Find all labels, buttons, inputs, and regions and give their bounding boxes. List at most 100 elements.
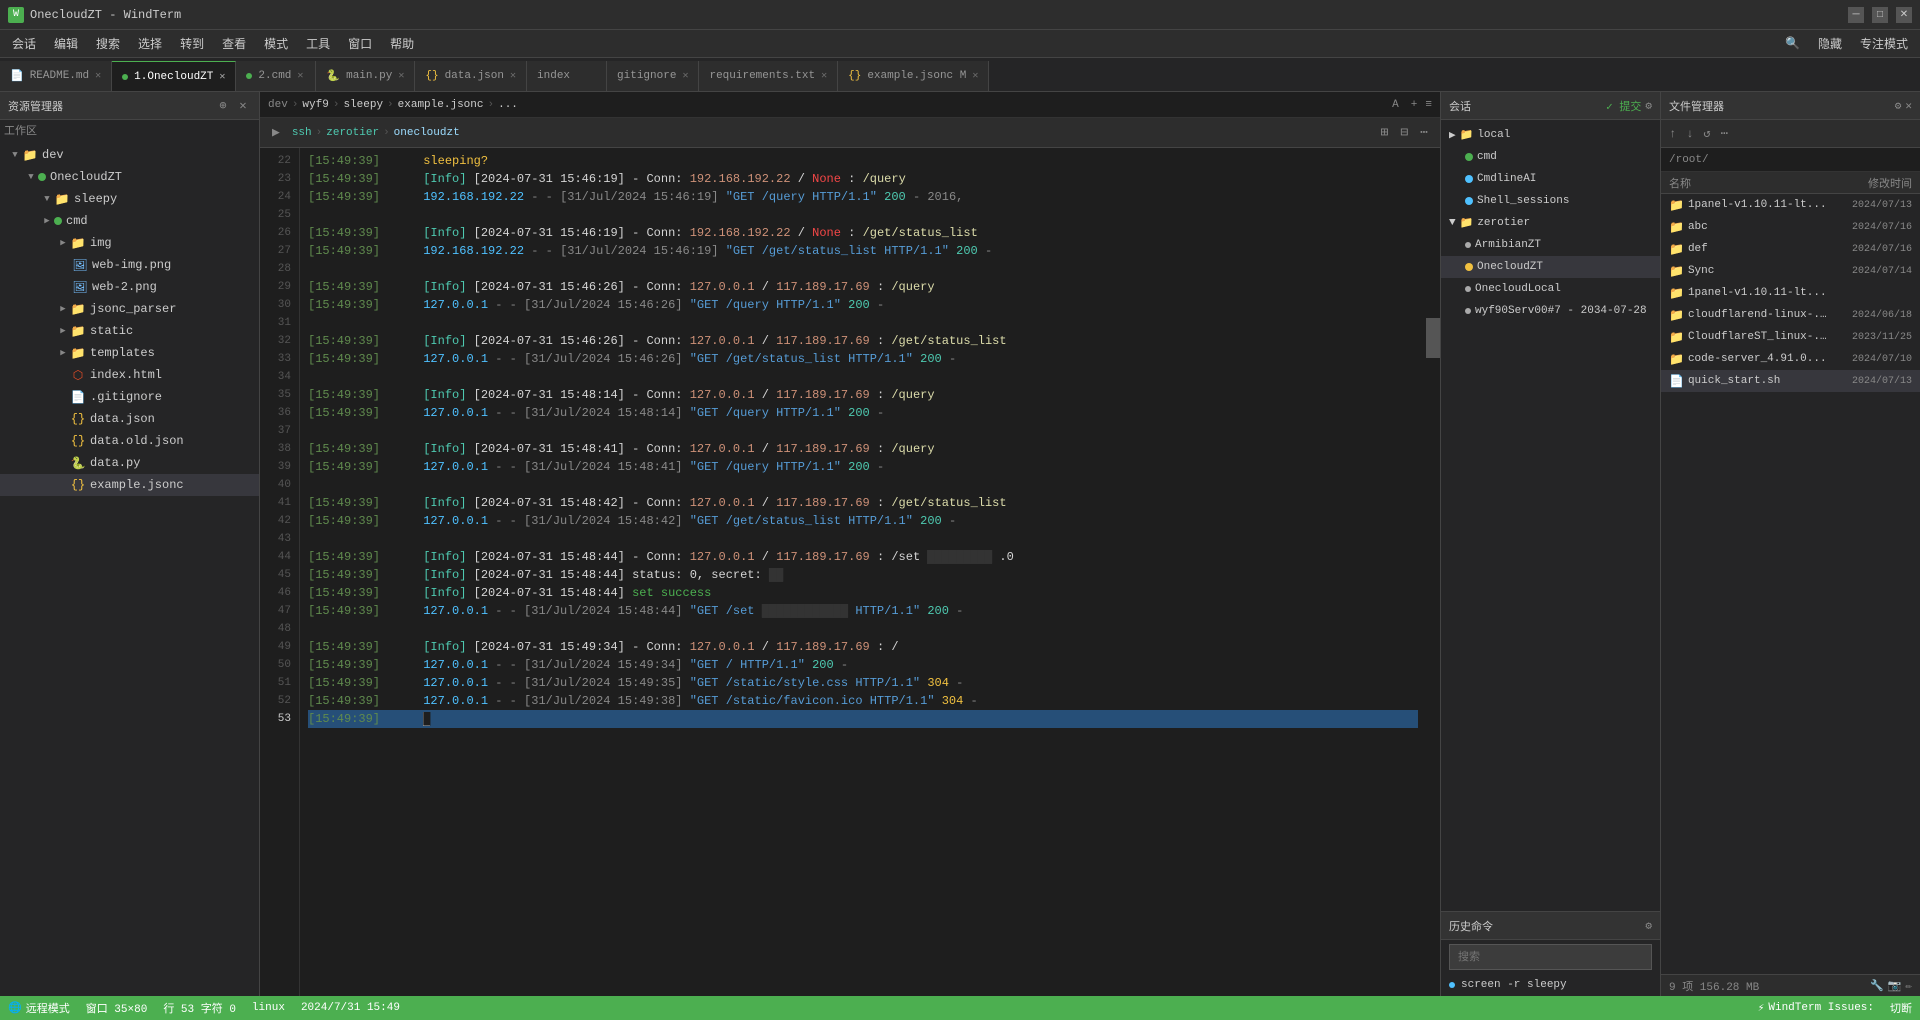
fm-item-def[interactable]: 📁 def 2024/07/16: [1661, 238, 1920, 260]
scrollbar-thumb[interactable]: [1426, 318, 1440, 358]
tree-datajson[interactable]: ▶ {} data.json: [0, 408, 259, 430]
menu-sessions[interactable]: 会话: [4, 33, 44, 54]
explorer-icon-2[interactable]: ✕: [235, 98, 251, 114]
status-disconnect[interactable]: 切断: [1890, 1000, 1912, 1016]
session-item-cmdlineai[interactable]: CmdlineAI: [1441, 168, 1660, 190]
session-item-cmd[interactable]: cmd: [1441, 146, 1660, 168]
tree-sleepy[interactable]: ▼ 📁 sleepy: [0, 188, 259, 210]
menu-goto[interactable]: 转到: [172, 33, 212, 54]
menu-help[interactable]: 帮助: [382, 33, 422, 54]
toolbar-expand-btn[interactable]: ⊞: [1377, 123, 1393, 142]
menu-search[interactable]: 搜索: [88, 33, 128, 54]
section-local[interactable]: ▶ 📁 local: [1441, 124, 1660, 146]
menu-edit[interactable]: 编辑: [46, 33, 86, 54]
menu-tools[interactable]: 工具: [298, 33, 338, 54]
breadcrumb-more-btn[interactable]: ≡: [1425, 99, 1432, 111]
menu-view[interactable]: 查看: [214, 33, 254, 54]
breadcrumb-sleepy[interactable]: sleepy: [343, 99, 383, 111]
breadcrumb-wyf9[interactable]: wyf9: [302, 99, 328, 111]
tree-datapy[interactable]: ▶ 🐍 data.py: [0, 452, 259, 474]
maximize-button[interactable]: □: [1872, 7, 1888, 23]
tab-onecloudzt[interactable]: 1.OnecloudZT ✕: [112, 61, 236, 91]
history-settings-icon[interactable]: ⚙: [1645, 919, 1652, 933]
tab-readme-close[interactable]: ✕: [95, 70, 101, 82]
tab-requirements[interactable]: requirements.txt ✕: [699, 61, 838, 91]
breadcrumb-search-btn[interactable]: A: [1392, 99, 1399, 111]
tab-cmd[interactable]: 2.cmd ✕: [236, 61, 316, 91]
fm-item-cloudflare[interactable]: 📁 cloudflarend-linux-... 2024/06/18: [1661, 304, 1920, 326]
toolbar-more-btn[interactable]: ⋯: [1416, 123, 1432, 142]
tree-templates[interactable]: ▶ 📁 templates: [0, 342, 259, 364]
tab-mainpy-close[interactable]: ✕: [398, 70, 404, 82]
section-zerotier[interactable]: ▼ 📁 zerotier: [1441, 212, 1660, 234]
linenum-25: 25: [260, 206, 299, 224]
tree-onecloudzt[interactable]: ▼ OnecloudZT: [0, 166, 259, 188]
session-item-wyf9serv[interactable]: wyf90Serv00#7 - 2034-07-28: [1441, 300, 1660, 322]
breadcrumb-dots[interactable]: ...: [498, 99, 518, 111]
tree-dev[interactable]: ▼ 📁 dev: [0, 144, 259, 166]
close-button[interactable]: ✕: [1896, 7, 1912, 23]
fm-refresh-btn[interactable]: ↺: [1699, 124, 1714, 143]
session-submit-btn[interactable]: ✓ 提交: [1606, 98, 1641, 114]
tab-examplejsonc-close[interactable]: ✕: [972, 70, 978, 82]
tree-static[interactable]: ▶ 📁 static: [0, 320, 259, 342]
fm-close-icon[interactable]: ✕: [1905, 99, 1912, 113]
tab-examplejsonc[interactable]: {} example.jsonc M ✕: [838, 61, 989, 91]
tab-gitignore-close[interactable]: ✕: [682, 70, 688, 82]
tree-img[interactable]: ▶ 📁 img: [0, 232, 259, 254]
fm-forward-btn[interactable]: ↓: [1682, 125, 1697, 143]
tab-requirements-close[interactable]: ✕: [821, 70, 827, 82]
breadcrumb-examplejsonc[interactable]: example.jsonc: [398, 99, 484, 111]
tree-cmd[interactable]: ▶ cmd: [0, 210, 259, 232]
explorer-icon-1[interactable]: ⊕: [215, 98, 231, 114]
fm-edit-icon[interactable]: ✏: [1905, 979, 1912, 993]
tree-webimg[interactable]: 🖼 web-img.png: [0, 254, 259, 276]
fm-item-quickstart[interactable]: 📄 quick_start.sh 2024/07/13: [1661, 370, 1920, 392]
tab-gitignore[interactable]: gitignore ✕: [607, 61, 699, 91]
history-search-input[interactable]: [1449, 944, 1652, 970]
menu-mode[interactable]: 模式: [256, 33, 296, 54]
tab-datajson-close[interactable]: ✕: [510, 70, 516, 82]
fm-item-cloudflarest[interactable]: 📁 CloudflareST_linux-... 2023/11/25: [1661, 326, 1920, 348]
hide-btn[interactable]: 隐藏: [1810, 33, 1850, 54]
fm-item-codeserver[interactable]: 📁 code-server_4.91.0... 2024/07/10: [1661, 348, 1920, 370]
fm-item-1panel[interactable]: 📁 1panel-v1.10.11-lt... 2024/07/13: [1661, 194, 1920, 216]
tab-readme[interactable]: 📄 README.md ✕: [0, 61, 112, 91]
fm-item-abc[interactable]: 📁 abc 2024/07/16: [1661, 216, 1920, 238]
menu-select[interactable]: 选择: [130, 33, 170, 54]
tree-indexhtml[interactable]: ▶ ⬡ index.html: [0, 364, 259, 386]
fm-item-1panel2[interactable]: 📁 1panel-v1.10.11-lt...: [1661, 282, 1920, 304]
terminal-output[interactable]: [15:49:39] sleeping? [15:49:39] [Info] […: [300, 148, 1426, 996]
fm-settings-icon[interactable]: ⚙: [1895, 99, 1902, 113]
tree-gitignore[interactable]: ▶ 📄 .gitignore: [0, 386, 259, 408]
session-item-onecloudlocal[interactable]: OnecloudLocal: [1441, 278, 1660, 300]
fm-item-sync[interactable]: 📁 Sync 2024/07/14: [1661, 260, 1920, 282]
tab-cmd-close[interactable]: ✕: [297, 70, 303, 82]
tab-onecloudzt-close[interactable]: ✕: [219, 71, 225, 83]
fm-tool-icon[interactable]: 🔧: [1870, 979, 1884, 993]
expert-mode-btn[interactable]: 专注模式: [1852, 33, 1916, 54]
tab-index[interactable]: index: [527, 61, 607, 91]
session-item-shellsessions[interactable]: Shell_sessions: [1441, 190, 1660, 212]
fm-back-btn[interactable]: ↑: [1665, 125, 1680, 143]
tree-dataoldjson[interactable]: ▶ {} data.old.json: [0, 430, 259, 452]
search-icon-btn[interactable]: 🔍: [1777, 34, 1808, 53]
toolbar-play-btn[interactable]: ▶: [268, 123, 284, 142]
session-item-armbianzt[interactable]: ArmibianZT: [1441, 234, 1660, 256]
tab-datajson[interactable]: {} data.json ✕: [415, 61, 527, 91]
toolbar-split-btn[interactable]: ⊟: [1396, 123, 1412, 142]
tab-mainpy[interactable]: 🐍 main.py ✕: [316, 61, 415, 91]
minimize-button[interactable]: ─: [1848, 7, 1864, 23]
session-settings-icon[interactable]: ⚙: [1645, 99, 1652, 113]
menu-window[interactable]: 窗口: [340, 33, 380, 54]
tree-web2[interactable]: 🖼 web-2.png: [0, 276, 259, 298]
tree-examplejsonc[interactable]: ▶ {} example.jsonc: [0, 474, 259, 496]
tree-jsoncparser[interactable]: ▶ 📁 jsonc_parser: [0, 298, 259, 320]
scrollbar-right[interactable]: [1426, 148, 1440, 996]
session-item-onecloudzt[interactable]: OnecloudZT: [1441, 256, 1660, 278]
breadcrumb-plus-btn[interactable]: +: [1411, 99, 1418, 111]
fm-photo-icon[interactable]: 📷: [1888, 979, 1902, 993]
history-item-screen[interactable]: screen -r sleepy: [1441, 974, 1660, 996]
status-brand[interactable]: ⚡ WindTerm Issues:: [1758, 1001, 1874, 1015]
fm-more-btn[interactable]: ⋯: [1717, 124, 1732, 143]
